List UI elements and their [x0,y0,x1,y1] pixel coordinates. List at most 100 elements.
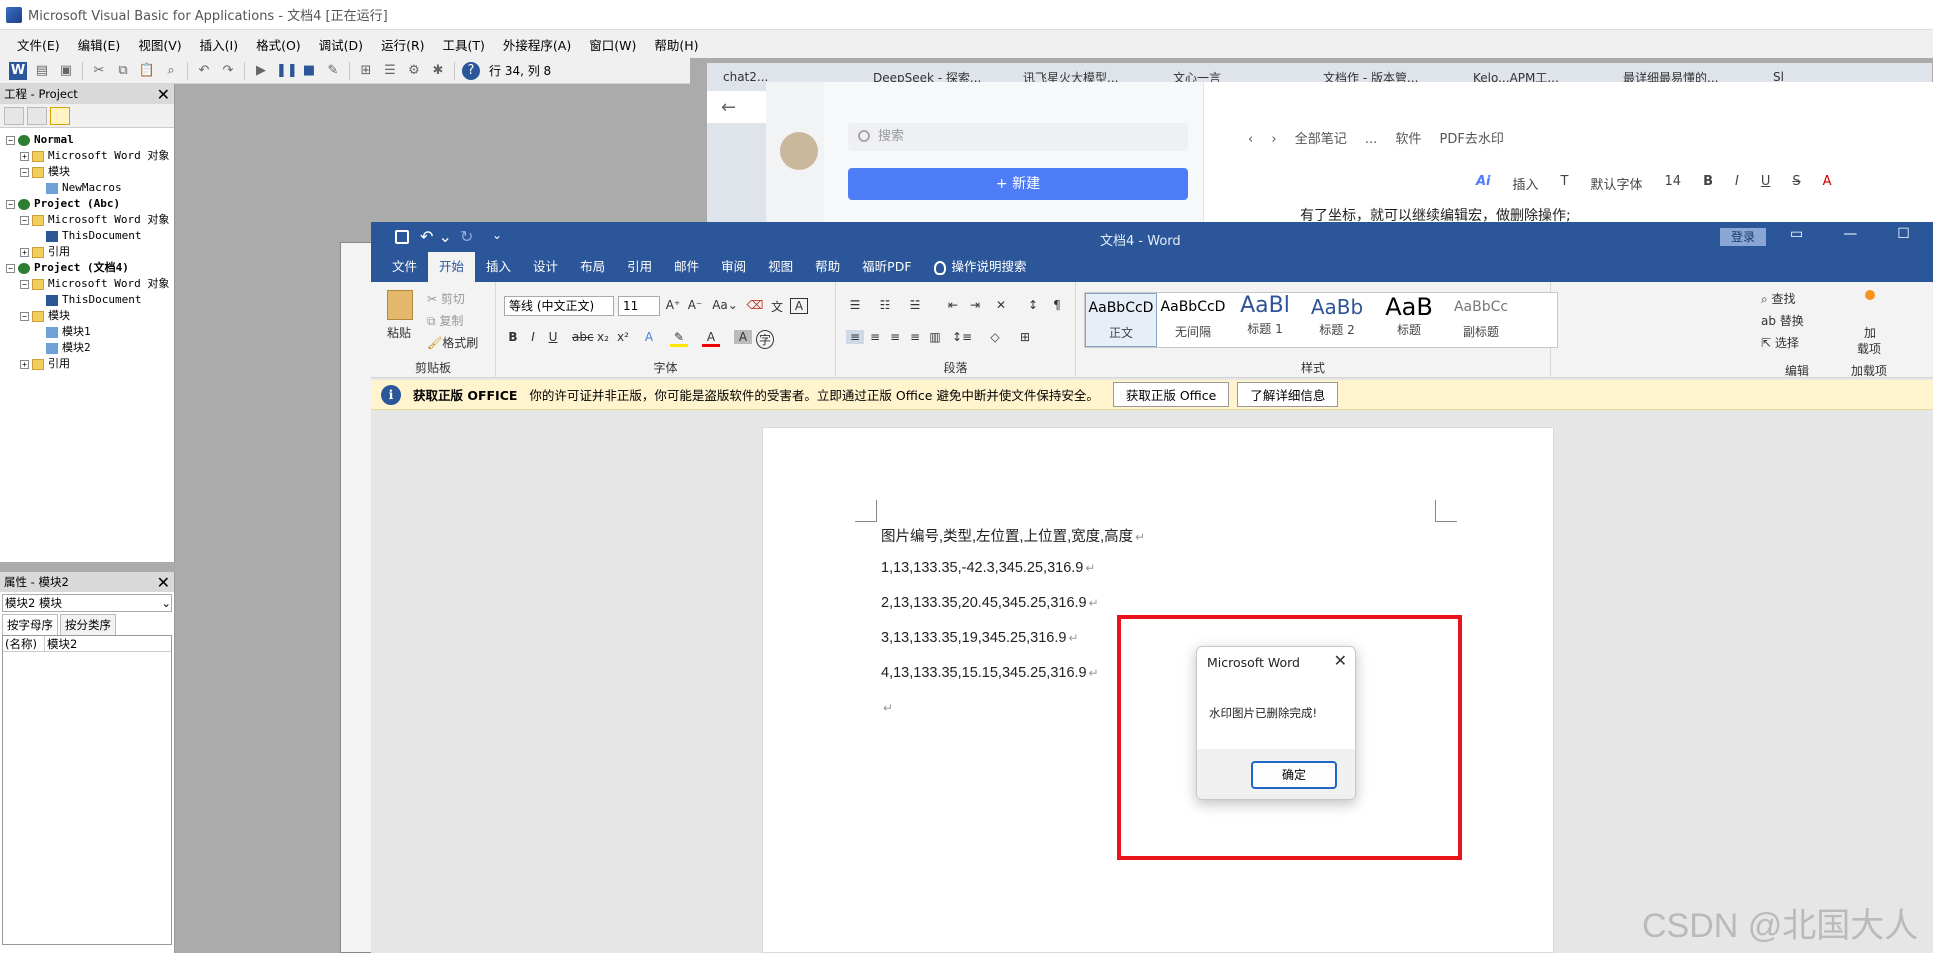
tree-node[interactable]: − 模块 [0,164,174,180]
tab-design[interactable]: 设计 [522,252,569,282]
tree-node[interactable]: + 引用 [0,244,174,260]
tree-node[interactable]: − Microsoft Word 对象 [0,276,174,292]
sort-icon[interactable]: ↕ [1024,298,1042,312]
redo-icon[interactable]: ↷ [219,62,237,80]
properties-window-icon[interactable]: ☰ [381,62,399,80]
menu-file[interactable]: 文件(E) [8,35,69,54]
align-right-icon[interactable]: ≡ [886,330,904,344]
tab-review[interactable]: 审阅 [710,252,757,282]
style-subtitle[interactable]: AaBbCc 副标题 [1445,293,1517,347]
multilevel-list-icon[interactable]: ☱ [906,298,924,312]
run-icon[interactable]: ▶ [252,62,270,80]
tree-node[interactable]: + Microsoft Word 对象 [0,148,174,164]
clear-format-icon[interactable]: ⌫ [746,298,764,312]
char-shading-icon[interactable]: A [734,330,752,344]
addins-icon[interactable] [1865,290,1875,300]
collapse-icon[interactable]: − [20,279,29,289]
tree-node[interactable]: − Project (文档4) [0,260,174,276]
menu-edit[interactable]: 编辑(E) [69,35,130,54]
show-marks-icon[interactable]: ¶ [1048,298,1066,312]
strikethrough-icon[interactable]: abc [572,330,594,344]
addins-top-label[interactable]: 加 [1864,324,1876,341]
learn-more-button[interactable]: 了解详细信息 [1237,382,1339,407]
tree-node[interactable]: − Project (Abc) [0,196,174,212]
paste-icon[interactable] [387,290,413,320]
get-genuine-office-button[interactable]: 获取正版 Office [1112,382,1230,407]
change-case-icon[interactable]: Aa⌄ [712,298,738,312]
font-color-button[interactable]: A [1823,174,1832,193]
chinese-layout-icon[interactable]: ✕ [992,298,1010,312]
italic-button[interactable]: I [1735,174,1739,193]
collapse-icon[interactable]: − [6,263,15,273]
object-browser-icon[interactable]: ⚙ [405,62,423,80]
redo-icon[interactable]: ↻ [460,227,473,246]
toolbox-icon[interactable]: ✱ [429,62,447,80]
break-icon[interactable]: ❚❚ [276,62,298,80]
text-style-button[interactable]: T [1561,174,1569,193]
bold-button[interactable]: B [1703,174,1713,193]
font-name-select[interactable]: 等线 (中文正文) [504,296,614,316]
tree-node[interactable]: − Normal [0,132,174,148]
chevron-right-icon[interactable]: › [1271,132,1276,147]
menu-addins[interactable]: 外接程序(A) [494,35,580,54]
project-explorer-icon[interactable]: ⊞ [357,62,375,80]
ok-button[interactable]: 确定 [1251,761,1337,789]
menu-window[interactable]: 窗口(W) [580,35,645,54]
doc-line[interactable]: 图片编号,类型,左位置,上位置,宽度,高度 ↵ [881,525,1145,546]
align-center-icon[interactable]: ≡ [866,330,884,344]
superscript-icon[interactable]: x² [614,330,632,344]
tab-layout[interactable]: 布局 [569,252,616,282]
justify-icon[interactable]: ≡ [906,330,924,344]
tree-node[interactable]: ThisDocument [0,292,174,308]
copy-icon[interactable]: ⧉ [114,62,132,80]
new-note-button[interactable]: + 新建 [848,168,1188,200]
style-no-spacing[interactable]: AaBbCcD 无间隔 [1157,293,1229,347]
insert-button[interactable]: 插入 [1513,174,1539,193]
quick-access-more-icon[interactable]: ⌄ [492,228,502,242]
close-icon[interactable]: ✕ [157,573,170,592]
increase-indent-icon[interactable]: ⇥ [966,298,984,312]
text-effects-icon[interactable]: A [640,330,658,344]
breadcrumb-item[interactable]: ... [1365,132,1377,147]
design-mode-icon[interactable]: ✎ [324,62,342,80]
ai-button[interactable]: Ai [1476,174,1491,193]
tab-foxit-pdf[interactable]: 福昕PDF [851,252,922,282]
italic-icon[interactable]: I [524,330,542,344]
insert-module-icon[interactable]: ▤ [33,62,51,80]
breadcrumb-item[interactable]: 全部笔记 [1295,132,1347,147]
shading-icon[interactable]: ◇ [986,330,1004,344]
tab-home[interactable]: 开始 [428,252,476,282]
tab-insert[interactable]: 插入 [475,252,522,282]
ribbon-display-icon[interactable]: ▭ [1790,226,1803,242]
doc-line[interactable]: 4,13,133.35,15.15,345.25,316.9 ↵ [881,665,1099,681]
find-button[interactable]: ⌕ 查找 [1761,290,1796,307]
tab-help[interactable]: 帮助 [804,252,851,282]
borders-icon[interactable]: ⊞ [1016,330,1034,344]
strikethrough-button[interactable]: S [1792,174,1800,193]
cut-button[interactable]: ✂ 剪切 [427,290,465,307]
cut-icon[interactable]: ✂ [90,62,108,80]
bold-icon[interactable]: B [504,330,522,344]
menu-insert[interactable]: 插入(I) [191,35,247,54]
numbering-icon[interactable]: ☷ [876,298,894,312]
help-icon[interactable]: ? [462,61,480,80]
tell-me-search[interactable]: 操作说明搜索 [923,252,1038,282]
line-spacing-icon[interactable]: ↕≡ [952,330,972,344]
replace-button[interactable]: ab 替换 [1761,312,1804,329]
bullets-icon[interactable]: ☰ [846,298,864,312]
back-arrow-icon[interactable]: ← [721,97,736,118]
font-size-select[interactable]: 11 [618,296,660,316]
format-painter-button[interactable]: 🖌格式刷 [427,334,478,351]
copy-button[interactable]: ⧉ 复制 [427,312,463,329]
word-view-icon[interactable]: W [9,61,27,80]
underline-button[interactable]: U [1761,174,1771,193]
collapse-icon[interactable]: − [20,311,29,321]
find-icon[interactable]: ⌕ [162,62,180,80]
notes-search-input[interactable]: 搜索 [848,123,1188,151]
grow-font-icon[interactable]: A⁺ [664,298,682,312]
paste-icon[interactable]: 📋 [138,62,156,80]
reset-icon[interactable]: ■ [300,62,318,80]
highlight-icon[interactable]: ✎ [670,330,688,347]
object-select[interactable]: 模块2 模块 ⌄ [2,594,172,612]
menu-debug[interactable]: 调试(D) [310,35,372,54]
